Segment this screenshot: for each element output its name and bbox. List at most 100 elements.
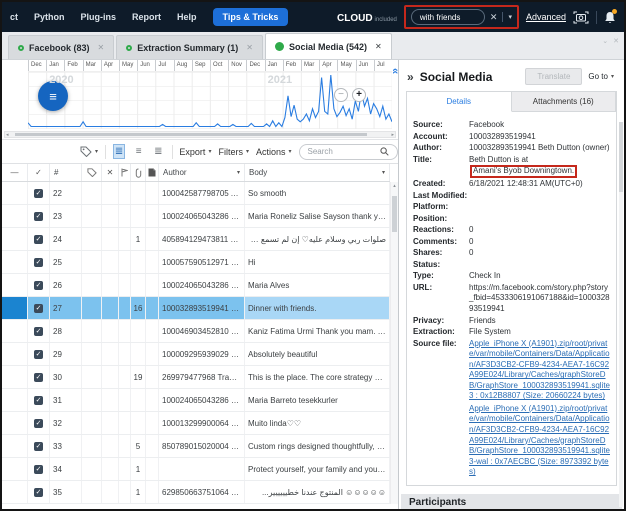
row-checkbox[interactable]: ✓ — [34, 281, 43, 290]
actions-button[interactable]: Actions▾ — [256, 147, 292, 157]
tab-close-icon[interactable]: ✕ — [375, 42, 382, 51]
row-note-cell — [146, 297, 159, 319]
scroll-right-icon[interactable]: ▸ — [391, 132, 394, 138]
notifications-bell-icon[interactable] — [604, 11, 616, 24]
goto-dropdown[interactable]: Go to ▾ — [588, 72, 618, 81]
table-row[interactable]: ✓26100024065043286 Celal...Maria Alves — [2, 274, 390, 297]
view-compact-button[interactable]: ≣ — [152, 144, 165, 159]
tag-dropdown[interactable]: ▾ — [80, 146, 98, 157]
view-details-button[interactable]: ≡ — [132, 144, 145, 159]
timeline-month-label: Jan — [46, 60, 64, 71]
row-checkbox-cell: ✓ — [28, 435, 50, 457]
table-row[interactable]: ✓3019269979477968 Tracy An...This is the… — [2, 366, 390, 389]
tab-close-icon[interactable]: ✕ — [246, 43, 253, 52]
table-row[interactable]: ✓29100009295939029 Kaniz...Absolutely be… — [2, 343, 390, 366]
row-checkbox[interactable]: ✓ — [34, 189, 43, 198]
col-attachment-icon[interactable] — [131, 164, 146, 181]
row-select-indicator — [2, 481, 28, 503]
row-checkbox[interactable]: ✓ — [34, 350, 43, 359]
grid-search-input[interactable]: Search — [299, 144, 399, 160]
col-flag-icon[interactable] — [119, 164, 131, 181]
source-file-link[interactable]: Apple_iPhone X (A1901).zip/root/private/… — [469, 339, 610, 402]
col-body[interactable]: Body▾ — [245, 164, 390, 181]
row-author: 100024065043286 Celal... — [159, 274, 245, 296]
row-number: 28 — [50, 320, 82, 342]
menu-item-report[interactable]: Report — [132, 12, 161, 22]
menu-item-ct[interactable]: ct — [10, 12, 18, 22]
global-search-input[interactable]: with friends — [411, 9, 485, 25]
col-dash[interactable]: — — [2, 164, 28, 181]
tab-facebook[interactable]: Facebook (83)✕ — [8, 35, 114, 59]
table-row[interactable]: ✓351629850663751064 El Jad...☺☺☺☺☺ المنت… — [2, 481, 390, 504]
row-checkbox[interactable]: ✓ — [34, 373, 43, 382]
table-row[interactable]: ✓2716100032893519941 Beth...Dinner with … — [2, 297, 390, 320]
table-row[interactable]: ✓32100013299900064 Maria...Muito linda♡♡ — [2, 412, 390, 435]
scrollbar-thumb[interactable] — [619, 122, 623, 192]
grid-scrollbar[interactable]: ▴ — [390, 182, 398, 504]
row-checkbox[interactable]: ✓ — [34, 212, 43, 221]
row-checkbox[interactable]: ✓ — [34, 258, 43, 267]
tab-details[interactable]: Details — [407, 92, 512, 112]
menu-item-plugins[interactable]: Plug-ins — [81, 12, 117, 22]
col-tag-icon[interactable] — [82, 164, 102, 181]
chevron-down-icon: ▾ — [611, 73, 614, 80]
col-deleted-icon[interactable]: ✕ — [102, 164, 119, 181]
row-attachment-count: 16 — [131, 297, 146, 319]
zoom-out-button[interactable]: − — [334, 88, 348, 102]
col-author[interactable]: Author▾ — [159, 164, 245, 181]
detail-field-label: Extraction: — [413, 327, 469, 338]
row-note-cell — [146, 182, 159, 204]
row-checkbox[interactable]: ✓ — [34, 235, 43, 244]
panel-scrollbar[interactable] — [619, 122, 623, 507]
row-checkbox[interactable]: ✓ — [34, 327, 43, 336]
row-checkbox[interactable]: ✓ — [34, 396, 43, 405]
scrollbar-thumb[interactable] — [392, 196, 397, 232]
zoom-in-button[interactable]: + — [352, 88, 366, 102]
table-row[interactable]: ✓335850789015020004 L. Pri...Custom ring… — [2, 435, 390, 458]
row-checkbox[interactable]: ✓ — [34, 442, 43, 451]
advanced-search-link[interactable]: Advanced — [526, 12, 566, 22]
scroll-up-icon[interactable]: ▴ — [391, 182, 398, 191]
row-checkbox[interactable]: ✓ — [34, 419, 43, 428]
menu-item-python[interactable]: Python — [34, 12, 65, 22]
search-dropdown-icon[interactable]: ▾ — [508, 13, 512, 21]
view-list-button[interactable]: ≣ — [113, 144, 126, 159]
table-row[interactable]: ✓25100057590512971 ইফতে...Hi — [2, 251, 390, 274]
tab-close-icon[interactable]: ✕ — [98, 43, 105, 52]
chevron-down-icon[interactable]: ⌄ — [602, 37, 608, 45]
search-clear-icon[interactable]: ✕ — [490, 13, 498, 22]
scrollbar-thumb[interactable] — [15, 133, 367, 136]
document-tab-bar: Facebook (83)✕Extraction Summary (1)✕Soc… — [2, 32, 624, 60]
expand-panel-icon[interactable]: » — [407, 70, 414, 84]
col-check[interactable]: ✓ — [28, 164, 50, 181]
filters-button[interactable]: Filters▾ — [218, 147, 249, 157]
detail-field: Source:Facebook — [413, 120, 610, 131]
tab-extraction[interactable]: Extraction Summary (1)✕ — [116, 35, 263, 59]
tab-attachments[interactable]: Attachments (16) — [512, 92, 617, 112]
table-row[interactable]: ✓28100046903452810 Dash...Kaniz Fatima U… — [2, 320, 390, 343]
row-checkbox-cell: ✓ — [28, 228, 50, 250]
col-note-icon[interactable] — [146, 164, 159, 181]
menu-item-help[interactable]: Help — [177, 12, 197, 22]
row-number: 33 — [50, 435, 82, 457]
export-button[interactable]: Export▾ — [179, 147, 211, 157]
timeline-scrollbar[interactable]: ◂ ▸ — [4, 131, 396, 138]
source-file-link[interactable]: Apple_iPhone X (A1901).zip/root/private/… — [469, 404, 610, 478]
close-icon[interactable]: ✕ — [613, 37, 619, 45]
tab-social[interactable]: Social Media (542)✕ — [265, 33, 392, 59]
screenshot-icon[interactable] — [573, 11, 589, 24]
table-row[interactable]: ✓22100042587798705 Abdul...So smooth — [2, 182, 390, 205]
scroll-left-icon[interactable]: ◂ — [6, 132, 9, 138]
table-row[interactable]: ✓23100024065043286 Celal...Maria Roneliz… — [2, 205, 390, 228]
row-checkbox[interactable]: ✓ — [34, 488, 43, 497]
table-row[interactable]: ✓341Protect yourself, your family and yo… — [2, 458, 390, 481]
row-checkbox[interactable]: ✓ — [34, 465, 43, 474]
translate-button[interactable]: Translate — [525, 68, 582, 85]
table-row[interactable]: ✓31100024065043286 Celal...Maria Barreto… — [2, 389, 390, 412]
row-body: Absolutely beautiful — [245, 343, 390, 365]
col-number[interactable]: # — [50, 164, 82, 181]
row-checkbox[interactable]: ✓ — [34, 304, 43, 313]
table-row[interactable]: ✓241405894129473811 قناة ال...صلوات ربي … — [2, 228, 390, 251]
tips-tricks-button[interactable]: Tips & Tricks — [213, 8, 289, 26]
row-tag-cell — [82, 366, 102, 388]
